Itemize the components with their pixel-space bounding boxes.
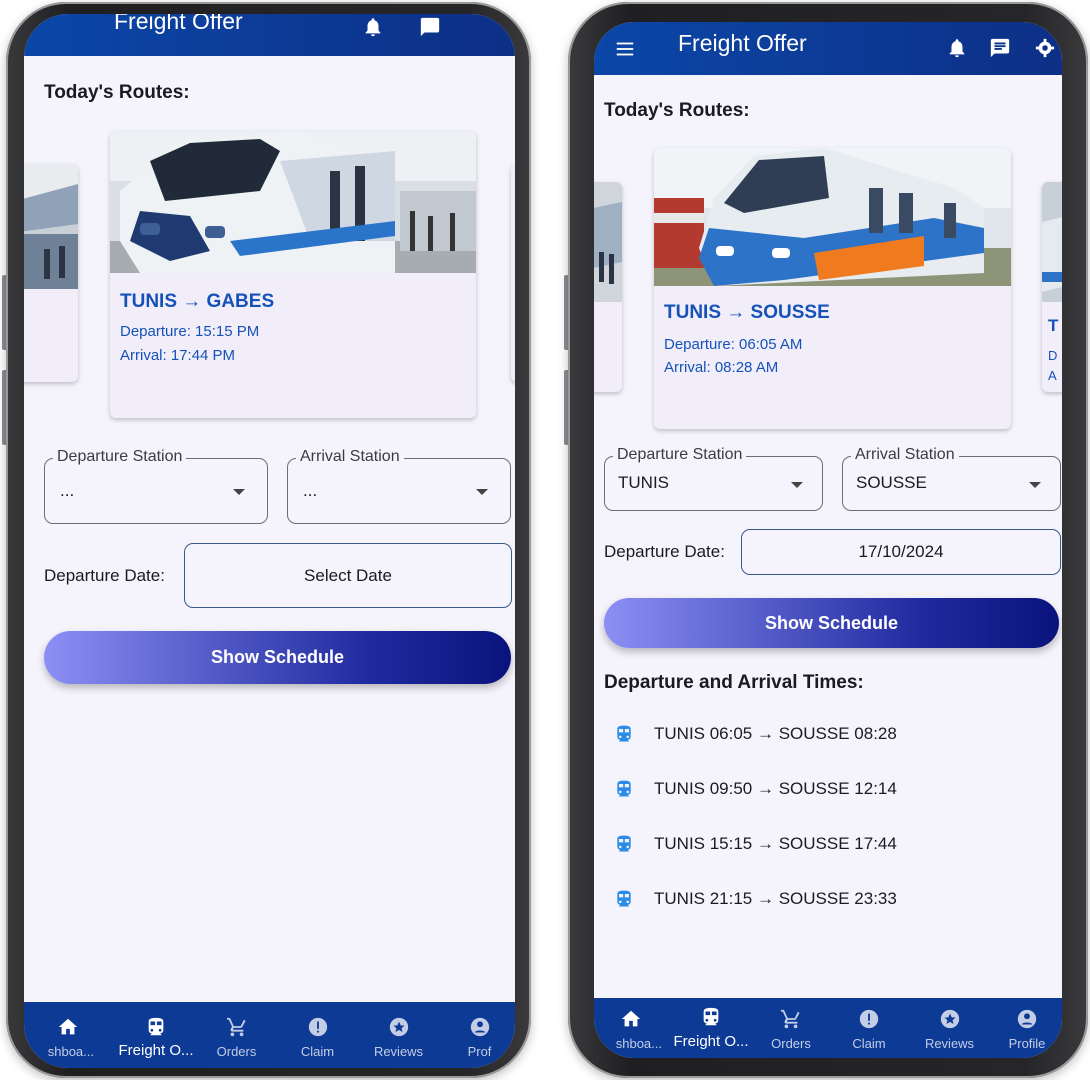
route-card-prev[interactable] bbox=[594, 182, 622, 392]
nav-item-dashboard[interactable]: shboa... bbox=[594, 998, 668, 1058]
routes-heading: Today's Routes: bbox=[604, 100, 750, 121]
route-title: T bbox=[1048, 316, 1059, 335]
phone-frame-left: Freight Offer Today's Routes: TUNIS → GA… bbox=[6, 2, 531, 1078]
alert-icon bbox=[859, 1009, 879, 1029]
departure-station-label: Departure Station bbox=[613, 446, 747, 464]
route-title: TUNIS → GABES bbox=[120, 291, 275, 312]
departure-date-label: Departure Date: bbox=[604, 542, 725, 561]
nav-item-reviews[interactable]: Reviews bbox=[912, 998, 987, 1058]
train-icon bbox=[617, 725, 631, 742]
arrival-time: A bbox=[1048, 368, 1057, 383]
bell-icon[interactable] bbox=[362, 16, 384, 38]
cart-icon bbox=[780, 1009, 800, 1029]
schedule-text: TUNIS 09:50 → SOUSSE 12:14 bbox=[654, 779, 897, 798]
nav-item-freight[interactable]: Freight O... bbox=[106, 1002, 206, 1068]
app-title: Freight Offer bbox=[114, 14, 243, 34]
departure-time: D bbox=[1048, 348, 1058, 363]
arrival-station-dropdown[interactable]: Arrival Station SOUSSE bbox=[842, 446, 1061, 511]
screen-left: Freight Offer Today's Routes: TUNIS → GA… bbox=[24, 14, 515, 1068]
nav-item-profile[interactable]: Profile bbox=[992, 998, 1062, 1058]
app-bar: Freight Offer bbox=[24, 14, 515, 56]
departure-time: Departure: 06:05 AM bbox=[664, 336, 803, 353]
nav-item-orders[interactable]: Orders bbox=[199, 1002, 274, 1068]
gear-icon[interactable] bbox=[1034, 37, 1056, 59]
app-title: Freight Offer bbox=[678, 30, 807, 56]
home-icon bbox=[621, 1010, 641, 1027]
profile-icon bbox=[1017, 1009, 1037, 1029]
arrival-station-label: Arrival Station bbox=[851, 446, 959, 464]
departure-date-label: Departure Date: bbox=[44, 566, 165, 585]
star-icon bbox=[940, 1009, 959, 1029]
message-icon[interactable] bbox=[419, 16, 441, 38]
bell-icon[interactable] bbox=[946, 37, 968, 59]
arrival-station-label: Arrival Station bbox=[296, 448, 404, 466]
nav-item-claim[interactable]: Claim bbox=[834, 998, 904, 1058]
nav-item-dashboard[interactable]: shboa... bbox=[24, 1002, 112, 1068]
nav-item-claim[interactable]: Claim bbox=[280, 1002, 355, 1068]
train-photo bbox=[110, 131, 476, 273]
departure-station-label: Departure Station bbox=[53, 448, 187, 466]
nav-item-profile[interactable]: Prof bbox=[442, 1002, 515, 1068]
alert-icon bbox=[308, 1017, 327, 1037]
routes-heading: Today's Routes: bbox=[44, 82, 190, 103]
train-icon bbox=[617, 780, 631, 797]
home-icon bbox=[58, 1018, 78, 1035]
route-card[interactable]: TUNIS → SOUSSE Departure: 06:05 AM Arriv… bbox=[654, 148, 1011, 429]
train-icon bbox=[617, 835, 631, 852]
departure-time: Departure: 15:15 PM bbox=[120, 323, 260, 340]
train-icon bbox=[617, 890, 631, 907]
train-photo bbox=[594, 182, 622, 302]
show-schedule-button[interactable]: Show Schedule bbox=[604, 598, 1059, 648]
departure-station-dropdown[interactable]: Departure Station TUNIS bbox=[604, 446, 823, 511]
departure-date-button[interactable]: Select Date bbox=[184, 543, 512, 608]
route-title: TUNIS → SOUSSE bbox=[664, 302, 830, 323]
chevron-down-icon bbox=[476, 489, 488, 495]
departure-station-value: TUNIS bbox=[618, 473, 669, 492]
route-card-next[interactable]: T D A bbox=[1042, 182, 1062, 392]
arrival-station-value: SOUSSE bbox=[856, 473, 927, 492]
message-icon[interactable] bbox=[989, 37, 1011, 59]
route-card[interactable]: TUNIS → GABES Departure: 15:15 PM Arriva… bbox=[110, 131, 476, 418]
route-card-next[interactable] bbox=[511, 164, 515, 382]
train-photo bbox=[654, 148, 1011, 286]
arrival-station-dropdown[interactable]: Arrival Station ... bbox=[287, 448, 511, 524]
schedule-text: TUNIS 06:05 → SOUSSE 08:28 bbox=[654, 724, 897, 743]
nav-item-reviews[interactable]: Reviews bbox=[361, 1002, 436, 1068]
bottom-nav: shboa... Freight O... Orders Claim Revie… bbox=[24, 1002, 515, 1068]
schedule-text: TUNIS 15:15 → SOUSSE 17:44 bbox=[654, 834, 897, 853]
train-photo bbox=[24, 164, 78, 289]
chevron-down-icon bbox=[233, 489, 245, 495]
departure-station-value: ... bbox=[60, 481, 75, 500]
bottom-nav: shboa... Freight O... Orders Claim Revie… bbox=[594, 998, 1062, 1058]
star-icon bbox=[389, 1017, 408, 1037]
profile-icon bbox=[470, 1017, 489, 1037]
app-bar: Freight Offer bbox=[594, 22, 1062, 75]
departure-date-button[interactable]: 17/10/2024 bbox=[741, 529, 1061, 575]
nav-item-freight[interactable]: Freight O... bbox=[666, 998, 756, 1058]
arrival-time: Arrival: 08:28 AM bbox=[664, 359, 779, 376]
schedule-text: TUNIS 21:15 → SOUSSE 23:33 bbox=[654, 889, 897, 908]
train-icon bbox=[148, 1017, 164, 1036]
menu-icon[interactable] bbox=[614, 38, 636, 60]
show-schedule-button[interactable]: Show Schedule bbox=[44, 631, 511, 684]
arrival-time: Arrival: 17:44 PM bbox=[120, 347, 236, 364]
train-icon bbox=[703, 1007, 719, 1026]
chevron-down-icon bbox=[1029, 482, 1041, 488]
train-photo bbox=[1042, 182, 1062, 302]
screen-right: Freight Offer Today's Routes: TUNIS → SO… bbox=[594, 22, 1062, 1058]
route-card-prev[interactable] bbox=[24, 164, 78, 382]
cart-icon bbox=[226, 1017, 246, 1037]
phone-frame-right: Freight Offer Today's Routes: TUNIS → SO… bbox=[568, 2, 1088, 1078]
times-heading: Departure and Arrival Times: bbox=[604, 672, 864, 693]
departure-station-dropdown[interactable]: Departure Station ... bbox=[44, 448, 268, 524]
chevron-down-icon bbox=[791, 482, 803, 488]
nav-item-orders[interactable]: Orders bbox=[756, 998, 826, 1058]
arrival-station-value: ... bbox=[303, 481, 318, 500]
